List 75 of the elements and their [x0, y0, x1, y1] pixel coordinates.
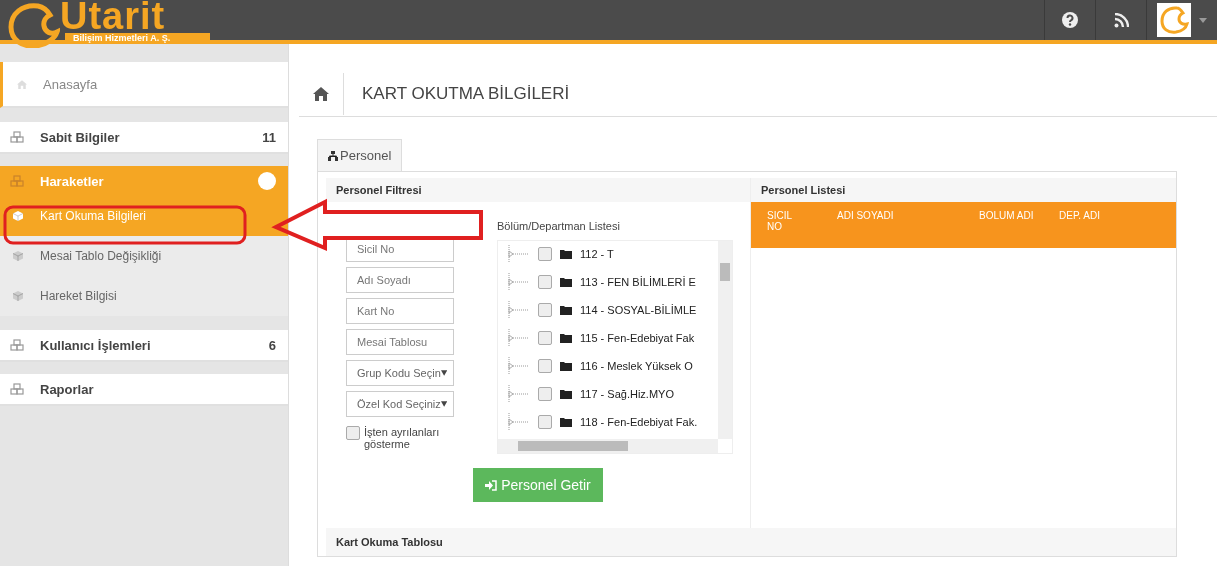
tree-title: Bölüm/Departman Listesi — [497, 220, 621, 232]
sidebar-item[interactable]: Raporlar — [0, 374, 288, 406]
count-label: 11 — [262, 129, 276, 145]
tree-item[interactable]: 113 - FEN BİLİMLERİ E — [580, 276, 696, 288]
checkbox[interactable] — [538, 303, 552, 317]
folder-icon — [560, 417, 572, 427]
column-header: DEP. ADI — [1059, 210, 1101, 223]
home-icon[interactable] — [313, 87, 329, 101]
select-field[interactable]: Özel Kod Seçiniz — [346, 391, 454, 417]
column-header: ADI SOYADI — [837, 210, 895, 223]
help-icon[interactable] — [1062, 12, 1078, 28]
sign-in-icon — [485, 479, 498, 491]
checkbox-label: İşten ayrılanları gösterme — [364, 426, 441, 450]
tree-connector-icon — [508, 301, 530, 319]
count-label: 6 — [268, 337, 276, 353]
column-header: BOLUM ADI — [979, 210, 1035, 223]
tree-connector-icon — [508, 357, 530, 375]
input-field[interactable]: Kart No — [346, 298, 454, 324]
checkbox[interactable] — [538, 359, 552, 373]
tree-connector-icon — [508, 385, 530, 403]
cubes-icon — [10, 175, 24, 187]
cubes-icon — [10, 131, 24, 143]
tree-item[interactable]: 118 - Fen-Edebiyat Fak. — [580, 416, 698, 428]
tree-connector-icon — [508, 413, 530, 431]
checkbox[interactable] — [538, 275, 552, 289]
section-header: Personel Listesi — [751, 178, 1176, 202]
scrollbar[interactable] — [498, 439, 718, 453]
user-avatar-icon[interactable] — [1157, 3, 1191, 37]
folder-icon — [560, 305, 572, 315]
cubes-icon — [10, 339, 24, 351]
sidebar-subitem[interactable]: Hareket Bilgisi — [0, 276, 288, 316]
folder-icon — [560, 277, 572, 287]
tree-item[interactable]: 114 - SOSYAL-BİLİMLE — [580, 304, 697, 316]
tree-item[interactable]: 117 - Sağ.Hiz.MYO — [580, 388, 674, 400]
tree-connector-icon — [508, 329, 530, 347]
cube-icon — [12, 250, 24, 262]
section-header: Kart Okuma Tablosu — [326, 528, 1176, 556]
folder-icon — [560, 361, 572, 371]
select-field[interactable]: Grup Kodu Seçin — [346, 360, 454, 386]
section-header: Personel Filtresi — [326, 178, 750, 202]
sitemap-icon — [328, 150, 338, 161]
folder-icon — [560, 249, 572, 259]
home-icon — [17, 79, 27, 89]
folder-icon — [560, 333, 572, 343]
sidebar-subitem[interactable]: Mesai Tablo Değişikliği — [0, 236, 288, 276]
checkbox[interactable] — [538, 331, 552, 345]
input-field[interactable]: Adı Soyadı — [346, 267, 454, 293]
checkbox[interactable] — [538, 247, 552, 261]
scrollbar[interactable] — [718, 241, 732, 439]
tab[interactable]: Personel — [317, 139, 403, 171]
tree-item[interactable]: 112 - T — [580, 248, 614, 260]
tree-connector-icon — [508, 245, 530, 263]
cube-icon — [12, 210, 24, 222]
checkbox[interactable] — [538, 387, 552, 401]
sidebar-item[interactable]: Sabit Bilgiler 11 — [0, 122, 288, 154]
dropdown-arrow-icon — [440, 370, 447, 376]
cubes-icon — [10, 383, 24, 395]
cube-icon — [12, 290, 24, 302]
input-field[interactable]: Mesai Tablosu — [346, 329, 454, 355]
page-title: KART OKUTMA BİLGİLERİ — [361, 84, 570, 104]
checkbox[interactable] — [538, 415, 552, 429]
rss-icon[interactable] — [1113, 12, 1129, 28]
sidebar-item[interactable]: Kullanıcı İşlemleri 6 — [0, 330, 288, 362]
sidebar-item[interactable]: Anasayfa — [0, 62, 288, 108]
logo-subtitle: Bilişim Hizmetleri A. Ş. — [65, 33, 211, 43]
checkbox[interactable] — [346, 426, 360, 440]
tree-item[interactable]: 115 - Fen-Edebiyat Fak — [580, 332, 695, 344]
caret-icon[interactable] — [1199, 17, 1207, 23]
tree-item[interactable]: 116 - Meslek Yüksek O — [580, 360, 693, 372]
column-header: SICIL NO — [767, 210, 793, 234]
tree-connector-icon — [508, 273, 530, 291]
toggle-indicator — [258, 172, 276, 190]
dropdown-arrow-icon — [440, 401, 447, 407]
folder-icon — [560, 389, 572, 399]
logo-text: Utarit — [60, 0, 166, 32]
